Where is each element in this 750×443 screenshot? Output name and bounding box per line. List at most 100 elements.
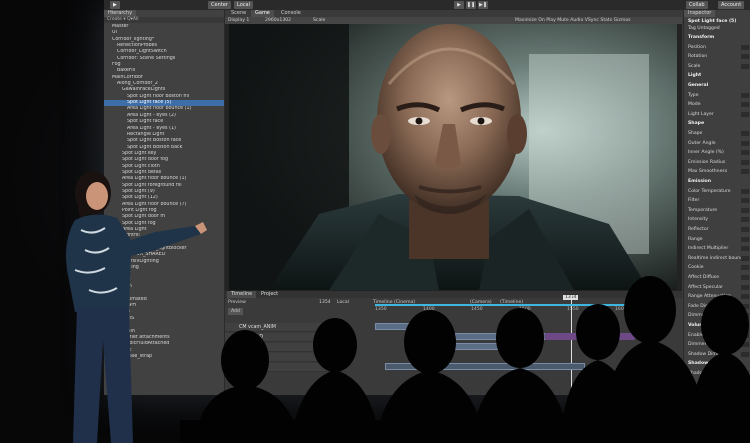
hierarchy-toolbar[interactable]: Create ▾ Q▾All	[104, 17, 224, 23]
inspector-section-header[interactable]: Light	[688, 72, 749, 79]
hierarchy-item-label: Rectangle Light	[127, 131, 165, 137]
inspector-property[interactable]: Mode	[688, 101, 749, 108]
hierarchy-item-label: Corridor_lighting*	[112, 36, 155, 42]
inspector-value-field[interactable]	[741, 63, 749, 69]
hierarchy-item-label: MainCorridor	[112, 74, 143, 80]
inspector-property[interactable]: Rotation	[688, 53, 749, 60]
editor-toolbar: ▶ Center Local ▶ ❚❚ ▶❚ Collab Account	[104, 0, 750, 10]
rendered-character-face	[229, 24, 677, 290]
inspector-property[interactable]: Range	[688, 236, 749, 243]
collab-button[interactable]: Collab	[686, 1, 708, 9]
inspector-property[interactable]: Filter	[688, 197, 749, 204]
inspector-value-field[interactable]	[741, 227, 749, 232]
inspector-section-header[interactable]: Shape	[688, 120, 749, 127]
inspector-value-field[interactable]	[741, 246, 749, 252]
inspector-value-field[interactable]	[741, 198, 749, 204]
inspector-section-header[interactable]: General	[688, 82, 749, 89]
hierarchy-item-label: Area Light - eyes (2)	[127, 112, 176, 118]
inspector-property[interactable]: Max Smoothness	[688, 168, 749, 175]
inspector-property[interactable]: Indirect Multiplier	[688, 245, 749, 252]
inspector-property[interactable]: Scale	[688, 63, 749, 70]
hierarchy-item-label: ReflectionProbes	[117, 43, 157, 49]
inspector-section-header[interactable]: Transform	[688, 34, 749, 41]
inspector-property[interactable]: Light Layer	[688, 111, 749, 118]
inspector-property-label: Range	[688, 236, 703, 242]
inspector-value-field[interactable]	[741, 236, 749, 242]
inspector-property[interactable]: Position	[688, 44, 749, 51]
inspector-property-label: Outer Angle	[688, 140, 716, 146]
inspector-value-field[interactable]	[741, 217, 749, 223]
inspector-value-field[interactable]	[741, 111, 749, 117]
inspector-value-field[interactable]	[741, 131, 749, 136]
inspector-property-label: Scale	[688, 63, 701, 69]
step-button[interactable]: ▶❚	[478, 1, 488, 9]
inspector-value-field[interactable]	[741, 159, 749, 165]
account-button[interactable]: Account	[718, 1, 745, 9]
inspector-section-header[interactable]: Emission	[688, 178, 749, 185]
inspector-value-field[interactable]	[741, 140, 749, 146]
hierarchy-item-label: Spot Light face	[127, 119, 164, 125]
play-toggle-button[interactable]: ▶	[110, 1, 120, 9]
tab-hierarchy[interactable]: Hierarchy	[104, 10, 137, 17]
inspector-property-label: General	[688, 83, 709, 88]
inspector-property-label: Realtime indirect bounce	[688, 255, 746, 261]
inspector-tag[interactable]: Tag Untagged	[688, 25, 749, 32]
inspector-property-label: Filter	[688, 198, 700, 204]
inspector-property[interactable]: Shape	[688, 130, 749, 137]
inspector-property-label: Indirect Multiplier	[688, 246, 729, 252]
inspector-value-field[interactable]	[741, 188, 749, 194]
inspector-property[interactable]: Inner Angle (%)	[688, 149, 749, 156]
inspector-property[interactable]: Outer Angle	[688, 140, 749, 147]
pause-button[interactable]: ❚❚	[466, 1, 476, 9]
hierarchy-item-label: Spot Light floor Boston fill	[127, 93, 190, 99]
inspector-property-label: Mode	[688, 102, 701, 108]
pivot-local-button[interactable]: Local	[234, 1, 253, 9]
inspector-property-label: Shape	[688, 131, 703, 136]
hierarchy-item-label: GawainFaceLights	[122, 87, 166, 93]
inspector-property-label: Light	[688, 73, 702, 79]
inspector-property-label: Shape	[688, 121, 705, 127]
inspector-property[interactable]: Realtime indirect bounce	[688, 255, 749, 262]
resolution-select[interactable]: 2960x1302	[265, 17, 291, 24]
inspector-property[interactable]: Color Temperature	[688, 188, 749, 195]
inspector-property-label: Temperature	[688, 207, 718, 213]
pivot-center-button[interactable]: Center	[208, 1, 231, 9]
game-view-tabs: Scene Game Console	[225, 10, 682, 17]
inspector-property[interactable]: Temperature	[688, 207, 749, 214]
inspector-property[interactable]: Reflector	[688, 226, 749, 233]
inspector-property[interactable]: Type	[688, 92, 749, 99]
inspector-value-field[interactable]	[741, 150, 749, 156]
inspector-value-field[interactable]	[741, 169, 749, 175]
hierarchy-item-label: Fog	[112, 62, 121, 68]
inspector-value-field[interactable]	[741, 255, 749, 261]
inspector-value-field[interactable]	[741, 207, 749, 213]
inspector-property-label: Reflector	[688, 227, 709, 232]
game-view-toolbar: Display 1 2960x1302 Scale Maximize On Pl…	[225, 17, 682, 24]
tab-console[interactable]: Console	[277, 10, 305, 17]
inspector-property-label: Type	[688, 92, 699, 98]
tab-inspector[interactable]: Inspector	[684, 10, 716, 17]
hierarchy-item-label: Corridor: Scene Settings	[117, 55, 176, 61]
hierarchy-item-label: Spot Light Boston face	[127, 138, 182, 144]
game-view-toggles[interactable]: Maximize On Play Mute Audio VSync Stats …	[515, 17, 631, 24]
inspector-value-field[interactable]	[741, 54, 749, 60]
display-select[interactable]: Display 1	[228, 17, 249, 24]
inspector-value-field[interactable]	[741, 44, 749, 50]
inspector-property-label: Light Layer	[688, 111, 714, 117]
hierarchy-item-label: BakeFill	[117, 68, 136, 74]
tab-scene[interactable]: Scene	[227, 10, 250, 17]
inspector-property-label: Transform	[688, 35, 715, 40]
inspector-value-field[interactable]	[741, 102, 749, 108]
inspector-value-field[interactable]	[741, 92, 749, 98]
tab-game[interactable]: Game	[251, 10, 274, 17]
hierarchy-item-label: Area Light floor bounce (1)	[127, 106, 192, 112]
play-button[interactable]: ▶	[454, 1, 464, 9]
inspector-property-label: Inner Angle (%)	[688, 150, 724, 156]
audience-silhouettes	[180, 276, 750, 443]
inspector-property[interactable]: Intensity	[688, 216, 749, 223]
inspector-property-label: Color Temperature	[688, 188, 731, 194]
hierarchy-item-label: Spot Light Boston back	[127, 144, 183, 150]
inspector-object-name[interactable]: Spot Light face (5)	[688, 18, 749, 25]
hierarchy-item-label: Spot Light face (5)	[127, 100, 172, 106]
inspector-property[interactable]: Emission Radius	[688, 159, 749, 166]
